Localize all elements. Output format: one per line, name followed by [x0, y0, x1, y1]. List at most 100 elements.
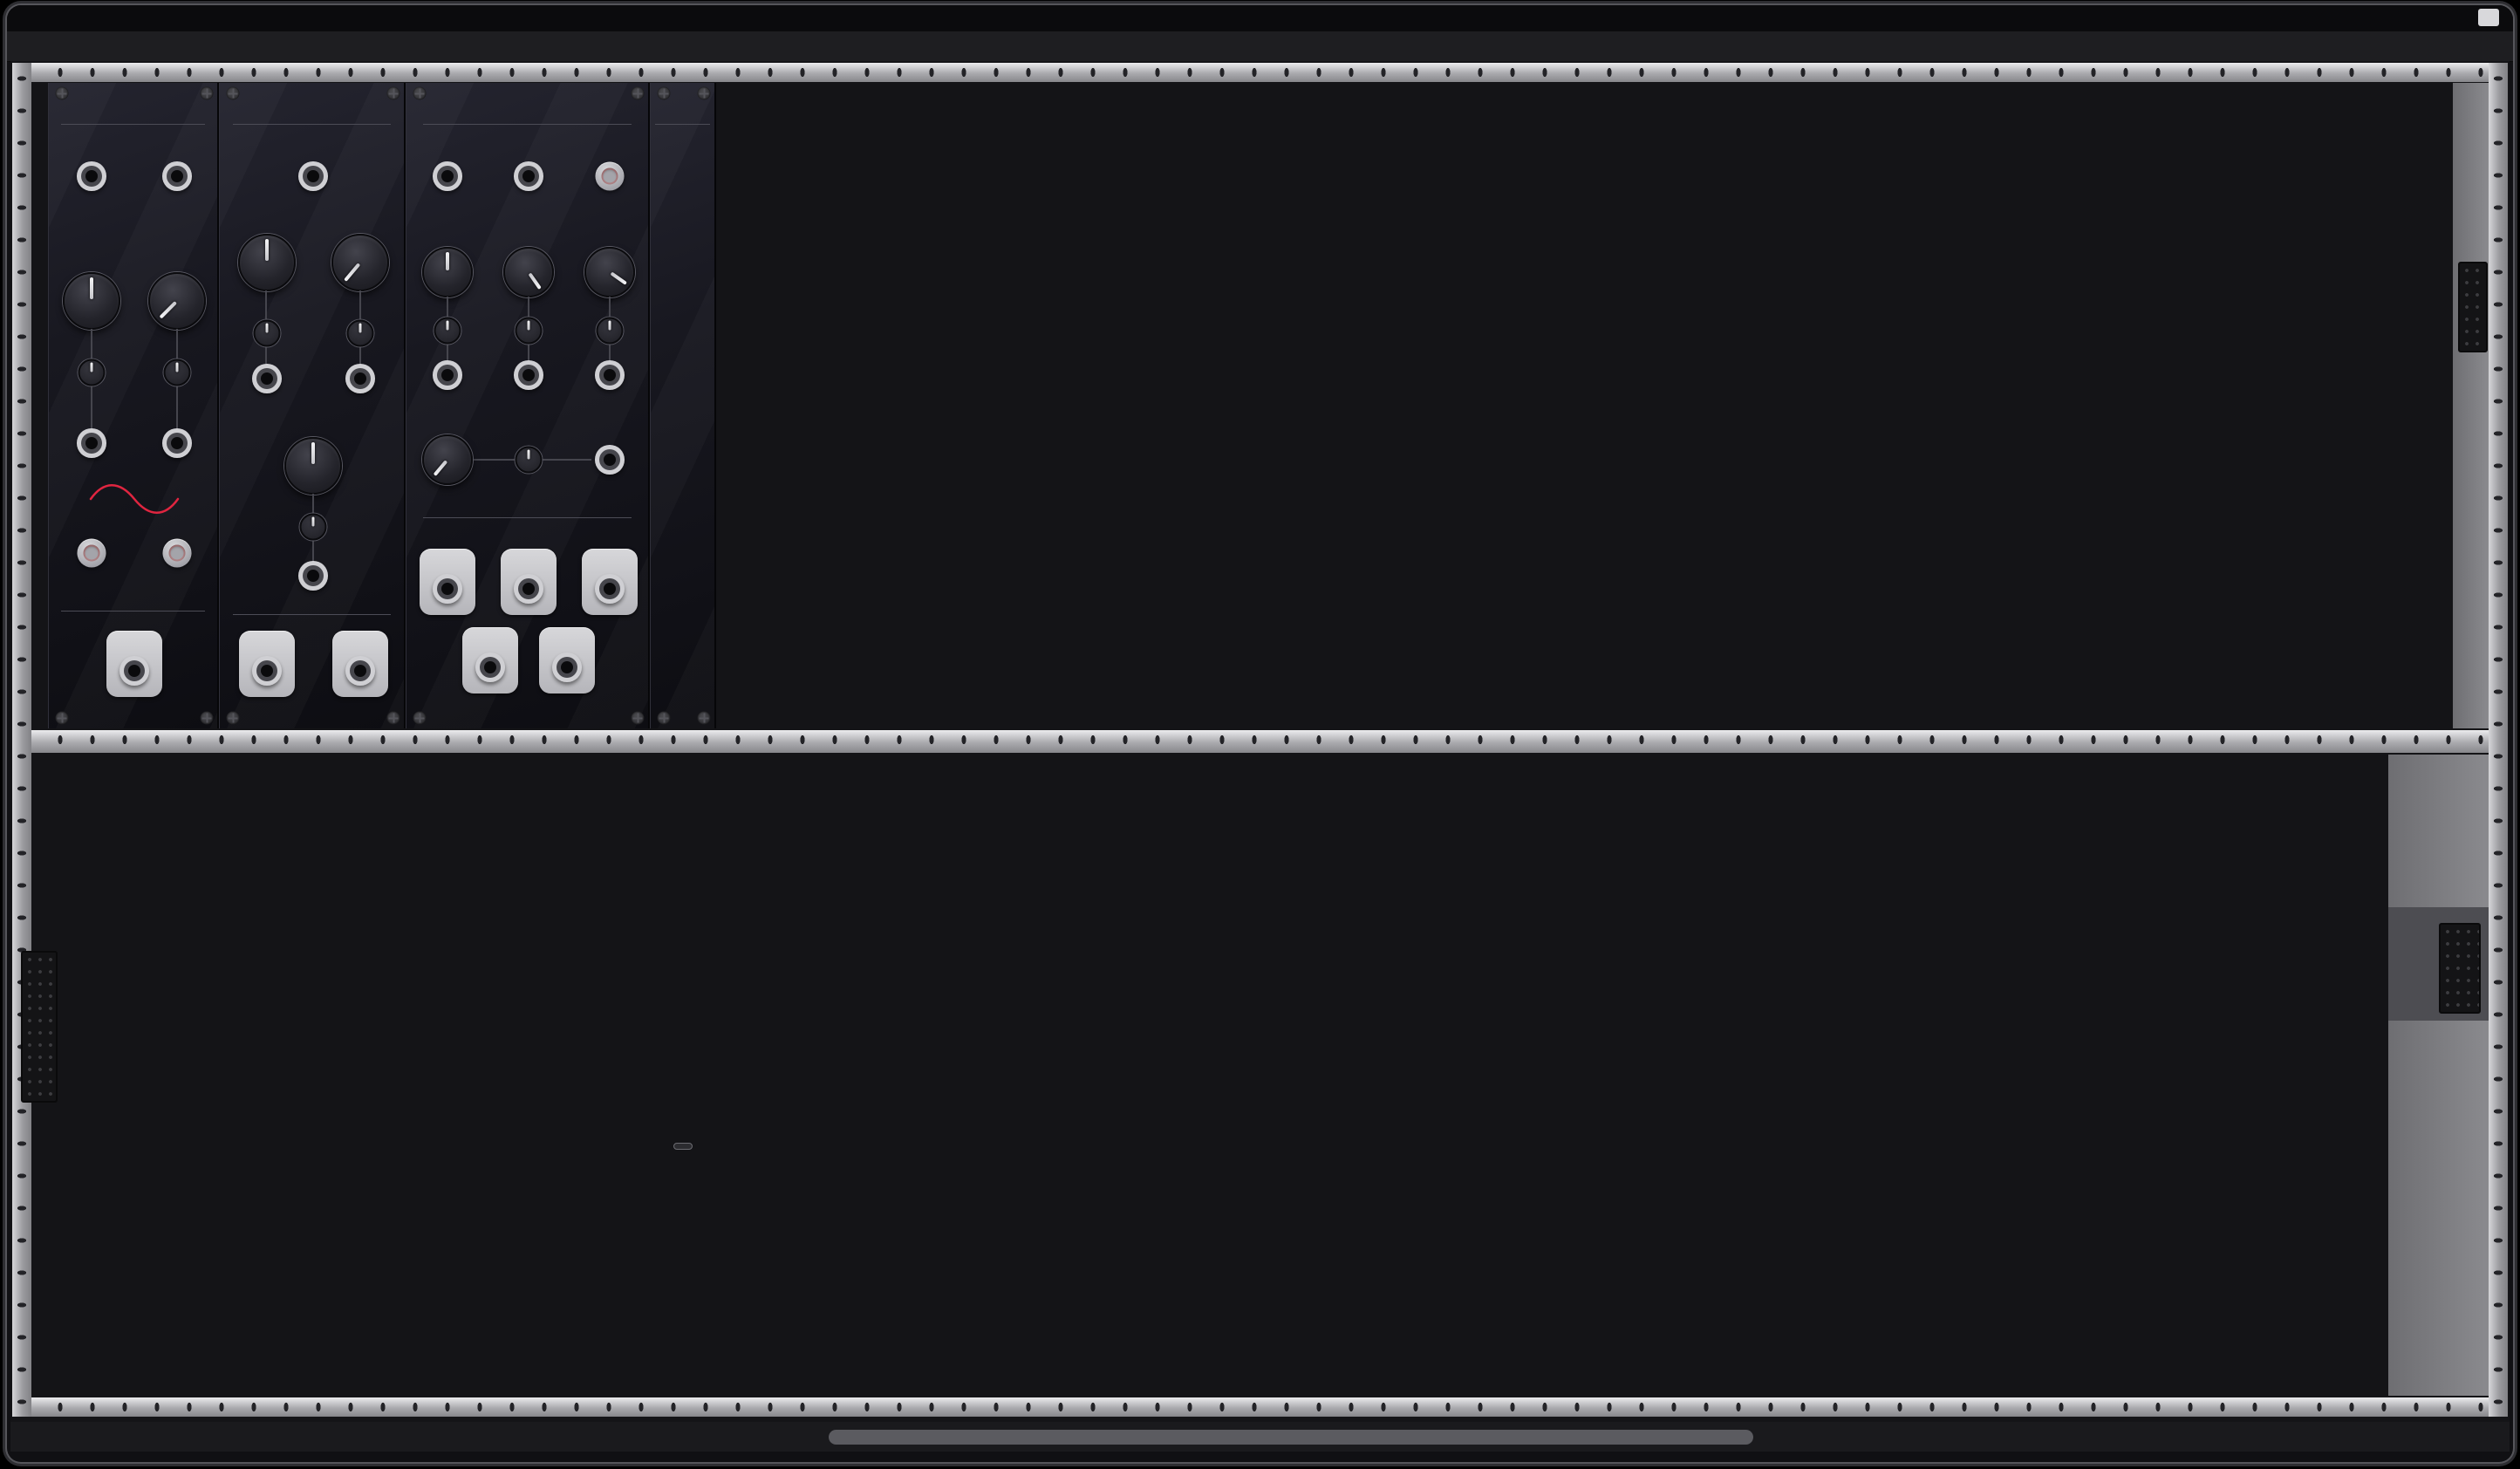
trim-knob[interactable] [79, 359, 106, 386]
ribbon-connector [21, 951, 58, 1103]
rnd-cv-input[interactable] [522, 369, 535, 381]
sync-input[interactable] [171, 170, 183, 182]
v-oct-input[interactable] [85, 170, 98, 182]
trim-knob[interactable] [74, 359, 110, 386]
screw-icon [387, 712, 400, 725]
case-sidewall [2388, 755, 2489, 1396]
rack-rail [12, 63, 2508, 82]
wt-pos-knob[interactable] [148, 272, 206, 330]
case-sidewall [2453, 83, 2489, 728]
rack-rail [12, 730, 2508, 753]
trim-knob[interactable] [429, 318, 465, 345]
screw-icon [56, 87, 69, 100]
ribbon-connector [2439, 923, 2481, 1014]
vcf-module[interactable] [219, 83, 406, 728]
rack-rail [12, 1397, 2508, 1417]
trim-knob[interactable] [516, 447, 543, 474]
cutoff-knob[interactable] [238, 234, 296, 291]
title-divider [61, 124, 206, 125]
trim-knob[interactable] [164, 359, 191, 386]
ribbon-connector [2458, 262, 2488, 352]
random-module[interactable] [406, 83, 650, 728]
screw-icon [413, 712, 427, 725]
res-knob[interactable] [331, 234, 389, 291]
cutoff-cv-input[interactable] [261, 372, 273, 385]
title-divider [423, 124, 631, 125]
noiz-module[interactable] [650, 83, 716, 728]
trim-knob[interactable] [300, 514, 327, 541]
cardinal-app [0, 0, 2520, 1469]
trim-knob[interactable] [511, 318, 547, 345]
trim-knob[interactable] [592, 318, 628, 345]
jack-box [462, 627, 518, 694]
hpf-output[interactable] [354, 665, 366, 677]
trig-output[interactable] [561, 661, 573, 673]
divider [61, 611, 206, 612]
screw-icon [201, 87, 214, 100]
jack-box [501, 549, 557, 615]
screw-icon [201, 712, 214, 725]
ofst-button[interactable] [596, 162, 625, 191]
drive-cv-input[interactable] [307, 570, 319, 582]
lfm-button[interactable] [78, 539, 106, 568]
exp-output[interactable] [604, 583, 616, 595]
tooltip [673, 1143, 693, 1150]
scrollbar-thumb[interactable] [829, 1430, 1753, 1445]
freq-knob[interactable] [422, 247, 473, 297]
jack-box [106, 631, 162, 697]
shape-cv-input[interactable] [604, 369, 616, 381]
screw-icon [658, 87, 671, 100]
pos-input[interactable] [171, 437, 183, 449]
screw-icon [413, 87, 427, 100]
trim-knob[interactable] [346, 320, 373, 347]
divider [233, 614, 391, 615]
prob-knob[interactable] [422, 434, 473, 485]
soft-button[interactable] [163, 539, 192, 568]
trim-knob[interactable] [160, 359, 195, 386]
screw-icon [698, 87, 711, 100]
trim-knob[interactable] [249, 320, 284, 347]
ext-input[interactable] [522, 170, 535, 182]
trim-knob[interactable] [597, 318, 624, 345]
shape-knob[interactable] [584, 247, 635, 297]
lpf-output[interactable] [261, 665, 273, 677]
divider [423, 517, 631, 518]
trim-knob[interactable] [296, 514, 331, 541]
fm-input[interactable] [85, 437, 98, 449]
screw-icon [632, 712, 645, 725]
wt-vco-module[interactable] [48, 83, 219, 728]
smth-output[interactable] [484, 661, 496, 673]
step-output[interactable] [441, 583, 454, 595]
trig-input[interactable] [441, 170, 454, 182]
screw-icon [632, 87, 645, 100]
title-divider [655, 124, 710, 125]
audio-input[interactable] [307, 170, 319, 182]
rack-rail [2489, 63, 2508, 1417]
out-output[interactable] [128, 665, 140, 677]
screw-icon [56, 712, 69, 725]
drive-knob[interactable] [284, 437, 342, 495]
trim-knob[interactable] [253, 320, 280, 347]
trim-knob[interactable] [516, 318, 543, 345]
jack-box [582, 549, 638, 615]
screw-icon [658, 712, 671, 725]
freq-knob[interactable] [63, 272, 120, 330]
rack-rail [12, 63, 31, 1417]
prob-cv-input[interactable] [604, 454, 616, 466]
jack-box [420, 549, 475, 615]
jack-box [239, 631, 295, 697]
res-cv-input[interactable] [354, 372, 366, 385]
waveform-graphic [86, 484, 182, 514]
screw-icon [387, 87, 400, 100]
title-divider [233, 124, 391, 125]
rnd-knob[interactable] [503, 247, 554, 297]
screw-icon [227, 87, 240, 100]
trim-knob[interactable] [342, 320, 378, 347]
trim-knob[interactable] [511, 447, 547, 474]
rack [0, 0, 2520, 1469]
lin-output[interactable] [522, 583, 535, 595]
jack-box [539, 627, 595, 694]
freq-cv-input[interactable] [441, 369, 454, 381]
jack-box [332, 631, 388, 697]
trim-knob[interactable] [434, 318, 461, 345]
